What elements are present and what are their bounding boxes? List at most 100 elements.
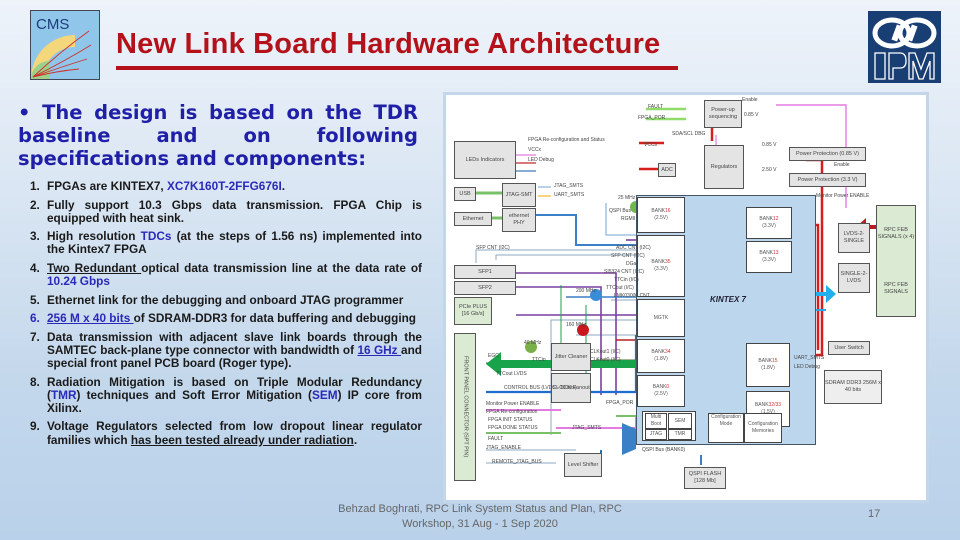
spec-highlight: XC7K160T-2FFG676I: [166, 179, 282, 193]
spec-item-number: 6.: [30, 311, 40, 326]
label-enable: Enable: [742, 97, 758, 103]
spec-text: .: [281, 179, 286, 193]
rpc-feb-out-label: RPC FEB SIGNALS: [884, 281, 908, 295]
power-up-sequencing-box: Power-up sequencing: [704, 100, 742, 128]
pcie-plus-label: PCIe PLUS: [458, 304, 488, 310]
label-si5324-cnt: SI5324 CNT (I2C): [604, 269, 644, 275]
power-protection-085-box: Power Protection (0.85 V): [789, 147, 866, 161]
label-ttc-in: TTCin (I/C): [614, 277, 639, 283]
jtag-smt-box: JTAG-SMT: [502, 183, 536, 207]
label-fpga-por-2: FPGA_POR: [606, 400, 634, 406]
spec-text: Two Redundant: [47, 260, 142, 275]
label-sda-scl: SDA/SCL DBG: [672, 131, 706, 137]
spec-highlight: 16 GHz: [357, 342, 402, 357]
sfp1-box: SFP1: [454, 265, 516, 279]
bank12-box: BANK12 (3.3V): [746, 207, 792, 239]
ethernet-phy-box: ethernet PHY: [502, 208, 536, 232]
spec-item: 8. Radiation Mitigation is based on Tripl…: [18, 374, 422, 416]
spec-item-number: 3.: [30, 229, 40, 244]
adc-box: ADC: [658, 163, 676, 177]
bank34-box: BANK34 (1.8V): [637, 339, 685, 373]
label-fault-2: FAULT: [488, 436, 504, 442]
spec-item: 1. FPGAs are KINTEX7, XC7K160T-2FFG676I.: [18, 179, 422, 193]
page-number: 17: [868, 508, 881, 520]
spec-item: 5. Ethernet link for the debugging and on…: [18, 292, 422, 307]
bank16-box: BANK16 (2.5V): [637, 197, 685, 233]
label-fault: FAULT: [648, 104, 664, 110]
label-rgmii: RGMII: [621, 216, 636, 222]
label-monitor-power: Monitor Power ENABLE: [816, 193, 870, 199]
front-panel-connector: FRONT PANEL CONNECTOR (SPT PIN): [454, 333, 476, 481]
leds-indicators-box: LEDs Indicators: [454, 141, 516, 179]
spec-item-number: 1.: [30, 179, 40, 193]
jitter-cleaner-box: Jitter Cleaner: [551, 343, 591, 371]
label-enable-2: Enable: [834, 162, 850, 168]
spec-highlight: TMR: [50, 387, 77, 402]
label-clkout0: CLKout0 (I/C): [590, 357, 621, 363]
spec-item: 4. Two Redundant optical data transmissio…: [18, 260, 422, 288]
spec-text: High resolution: [47, 229, 141, 244]
ethernet-box: Ethernet: [454, 212, 492, 226]
label-fpga-reconf-status: FPGA Re-configuration and Status: [528, 137, 605, 143]
label-control-bus: CONTROL BUS (LVDS - 10 bits): [504, 385, 577, 391]
spec-item-number: 2.: [30, 197, 40, 212]
spec-text: FPGAs are KINTEX7,: [47, 179, 167, 193]
label-160mhz: 160 MHz: [566, 322, 587, 328]
spec-text: Fully support 10.3 Gbps data transmissio…: [47, 197, 422, 225]
spec-item-number: 9.: [30, 419, 40, 434]
configuration-mode-box: Configuration Mode: [708, 413, 744, 443]
spec-item-number: 8.: [30, 374, 40, 389]
tmr-box: TMR: [668, 429, 692, 440]
label-qspi-bus-bank0: QSPI Bus (BANK0): [642, 447, 686, 453]
kintex7-label: KINTEX 7: [710, 295, 747, 304]
label-egc: EGC: [488, 353, 499, 359]
svg-text:CMS: CMS: [36, 16, 69, 33]
spec-item: 9. Voltage Regulators selected from low d…: [18, 419, 422, 447]
user-switch-box: User Switch: [828, 341, 870, 355]
spec-text: .: [353, 432, 358, 447]
sdram-ddr3-box: SDRAM DDR3 256M x 40 bits: [824, 370, 882, 404]
cms-logo: CMS: [30, 10, 100, 80]
spec-item: 6. 256 M x 40 bits of SDRAM-DDR3 for data…: [18, 311, 422, 326]
label-led-debug-2: LED Debug: [794, 364, 820, 370]
jtag-box: JTAG: [645, 429, 667, 440]
label-qspi-bus: QSPI Bus: [609, 208, 631, 214]
label-fpga-init-status: FPGA INIT STATUS: [488, 417, 533, 423]
label-led-debug: LED Debug: [528, 157, 554, 163]
spec-text: has been tested already under radiation: [130, 432, 354, 447]
label-jtag-smts: JTAG_SMTS: [554, 183, 584, 189]
label-monitor-power-2: Monitor Power ENABLE: [486, 401, 540, 407]
label-2-50v: 2.50 V: [762, 167, 777, 173]
label-40mhz: 40 MHz: [524, 340, 542, 346]
label-0-85v: 0.85 V: [762, 142, 777, 148]
label-fpga-done-status: FPGA DONE STATUS: [488, 425, 538, 431]
label-ttcin: TTCin: [532, 357, 546, 363]
label-sfp-cnt-2: SFP CNT (I2C): [611, 253, 645, 259]
pcie-plus-speed: [16 Gb/s]: [461, 311, 485, 317]
spec-list: 1. FPGAs are KINTEX7, XC7K160T-2FFG676I. 2…: [18, 179, 422, 452]
spec-highlight: SEM: [311, 387, 338, 402]
spec-text: Ethernet link for the debugging and onbo…: [47, 292, 404, 307]
rpc-feb-in-label: RPC FEB SIGNALS (x 4): [877, 226, 915, 240]
title-underline: [116, 66, 678, 70]
label-vccx: VCCx: [528, 147, 542, 153]
footer-line-2: Workshop, 31 Aug - 1 Sep 2020: [402, 518, 558, 530]
label-sfp-cnt: SFP CNT (I2C): [476, 245, 510, 251]
spec-highlight: TDCs: [140, 229, 172, 244]
spec-item-number: 7.: [30, 329, 40, 344]
label-vccs: VCCs: [644, 142, 658, 148]
label-0-85v-top: 0.85 V: [744, 112, 759, 118]
bank13-box: BANK13 (3.3V): [746, 241, 792, 273]
label-uart-smts: UART_SMTS: [554, 192, 585, 198]
regulators-box: Regulators: [704, 145, 744, 189]
label-jtag-smts-2: JTAG_SMTS: [572, 425, 602, 431]
bank0-box: BANK0 (2.5V): [637, 375, 685, 407]
lvds-2-single-box: LVDS-2-SINGLE: [838, 223, 870, 253]
label-clkout1: CLKout1 (I/C): [590, 349, 621, 355]
label-adc-cnt: ADC CNT (I2C): [616, 245, 651, 251]
mgtk-box: MGTK: [637, 299, 685, 337]
spec-text: ) techniques and Soft Error Mitigation (: [76, 387, 312, 402]
level-shifter-box: Level Shifter: [564, 453, 602, 477]
label-fpga-reconfiguration: FPGA Re-configuration: [486, 409, 538, 415]
label-ttc-out: TTCout (I/C): [606, 285, 634, 291]
